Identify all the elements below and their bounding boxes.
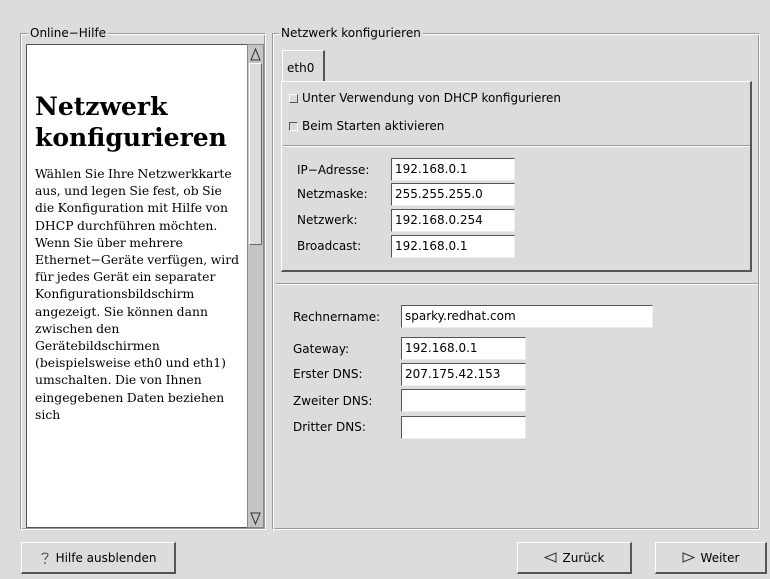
scroll-up-arrow-icon[interactable] bbox=[249, 46, 262, 62]
back-button[interactable]: Zurück bbox=[517, 542, 632, 574]
dns1-field[interactable]: 207.175.42.153 bbox=[401, 363, 526, 386]
dns2-field[interactable] bbox=[401, 389, 526, 412]
help-heading: Netzwerk konfigurieren bbox=[35, 92, 227, 152]
tab-eth0[interactable]: eth0 bbox=[282, 50, 325, 82]
netmask-label: Netzmaske: bbox=[297, 187, 368, 201]
gateway-label: Gateway: bbox=[293, 342, 350, 356]
dhcp-label: Unter Verwendung von DHCP konfigurieren bbox=[302, 91, 561, 105]
broadcast-label: Broadcast: bbox=[297, 239, 362, 253]
hostname-field[interactable]: sparky.redhat.com bbox=[401, 305, 653, 328]
next-button[interactable]: Weiter bbox=[655, 542, 767, 574]
help-text-view[interactable]: Netzwerk konfigurieren Wählen Sie Ihre N… bbox=[26, 44, 248, 528]
dhcp-checkbox-row[interactable]: Unter Verwendung von DHCP konfigurieren bbox=[289, 91, 561, 105]
help-frame-title: Online−Hilfe bbox=[28, 25, 109, 41]
gateway-field[interactable]: 192.168.0.1 bbox=[401, 337, 526, 360]
question-mark-icon bbox=[40, 551, 50, 565]
dns3-field[interactable] bbox=[401, 416, 526, 439]
scroll-down-arrow-icon[interactable] bbox=[249, 510, 262, 526]
help-body: Wählen Sie Ihre Netzwerkkarte aus, und l… bbox=[35, 166, 240, 422]
boot-label: Beim Starten aktivieren bbox=[302, 119, 445, 133]
triangle-left-icon bbox=[543, 552, 557, 563]
separator bbox=[283, 145, 750, 147]
dhcp-checkbox[interactable] bbox=[289, 93, 298, 103]
ip-label: IP−Adresse: bbox=[297, 163, 370, 177]
triangle-right-icon bbox=[682, 552, 695, 563]
help-scrollbar[interactable] bbox=[247, 44, 264, 528]
network-field[interactable]: 192.168.0.254 bbox=[391, 209, 515, 232]
next-label: Weiter bbox=[700, 550, 740, 565]
ip-address-field[interactable]: 192.168.0.1 bbox=[391, 158, 515, 181]
dns2-label: Zweiter DNS: bbox=[293, 394, 373, 408]
network-label: Netzwerk: bbox=[297, 213, 358, 227]
back-label: Zurück bbox=[562, 550, 605, 565]
hostname-label: Rechnername: bbox=[293, 310, 381, 324]
boot-checkbox[interactable] bbox=[289, 121, 298, 131]
dns3-label: Dritter DNS: bbox=[293, 420, 366, 434]
broadcast-field[interactable]: 192.168.0.1 bbox=[391, 235, 515, 258]
network-frame-title: Netzwerk konfigurieren bbox=[279, 25, 423, 41]
scroll-thumb[interactable] bbox=[249, 63, 262, 245]
hide-help-button[interactable]: Hilfe ausblenden bbox=[21, 542, 176, 574]
separator bbox=[276, 283, 758, 285]
hide-help-label: Hilfe ausblenden bbox=[55, 550, 157, 565]
dns1-label: Erster DNS: bbox=[293, 367, 363, 381]
boot-checkbox-row[interactable]: Beim Starten aktivieren bbox=[289, 119, 444, 133]
netmask-field[interactable]: 255.255.255.0 bbox=[391, 183, 515, 206]
